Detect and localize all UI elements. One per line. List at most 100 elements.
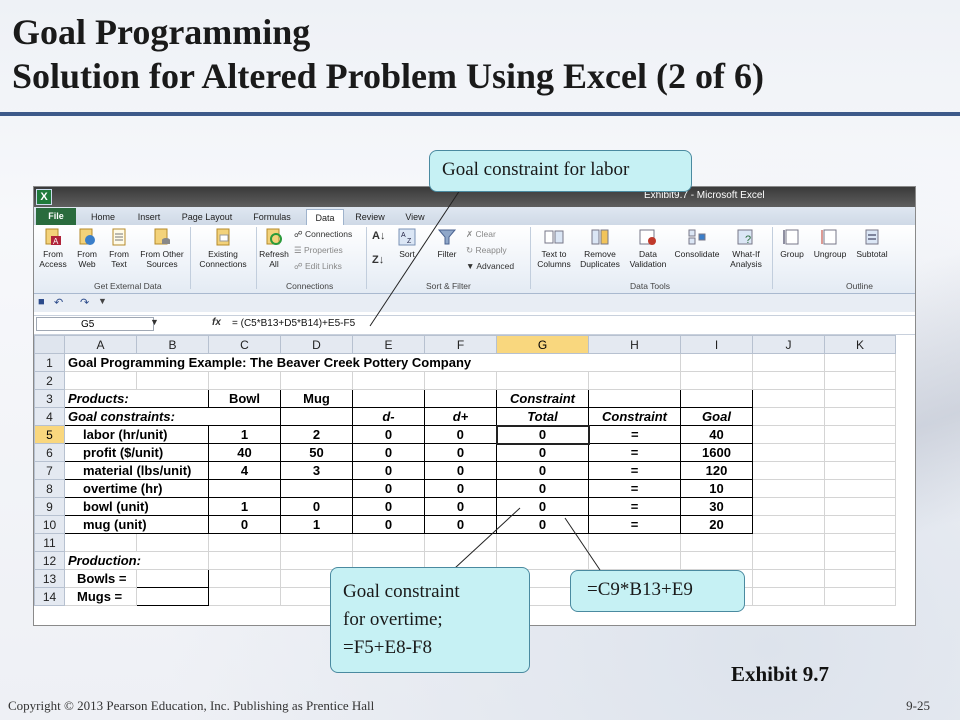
cell-d-minus-header[interactable]: d- (352, 407, 425, 426)
cell[interactable] (588, 533, 681, 552)
cell-label[interactable]: profit ($/unit) (64, 443, 209, 462)
row-header[interactable]: 11 (34, 533, 65, 552)
cell[interactable] (752, 533, 825, 552)
cell[interactable]: = (588, 479, 681, 498)
tab-page-layout[interactable]: Page Layout (176, 209, 238, 225)
cell[interactable]: 0 (352, 497, 425, 516)
cell[interactable]: 0 (424, 497, 497, 516)
cell-mug-header[interactable]: Mug (280, 389, 353, 408)
cell[interactable] (208, 569, 281, 588)
cell[interactable] (680, 371, 753, 390)
cell[interactable]: 1 (280, 515, 353, 534)
cell[interactable]: 0 (496, 443, 589, 462)
cell[interactable] (824, 515, 896, 534)
cell-mugs-value[interactable] (136, 587, 209, 606)
cell[interactable] (824, 479, 896, 498)
row-header[interactable]: 8 (34, 479, 65, 498)
cell[interactable]: 20 (680, 515, 753, 534)
cell[interactable]: 0 (424, 479, 497, 498)
select-all-corner[interactable] (34, 335, 65, 354)
cell[interactable] (352, 371, 425, 390)
cell[interactable] (752, 515, 825, 534)
text-to-columns-button[interactable]: Text to Columns (534, 227, 574, 269)
cell[interactable] (752, 551, 825, 570)
cell[interactable] (64, 533, 137, 552)
row-header[interactable]: 13 (34, 569, 65, 588)
row-header[interactable]: 10 (34, 515, 65, 534)
cell[interactable] (824, 389, 896, 408)
cell[interactable] (752, 569, 825, 588)
row-header[interactable]: 9 (34, 497, 65, 516)
cell[interactable] (280, 407, 353, 426)
cell[interactable] (588, 371, 681, 390)
cell[interactable]: 0 (424, 425, 497, 444)
cell[interactable] (496, 533, 589, 552)
column-header-b[interactable]: B (136, 335, 209, 354)
cell[interactable]: 0 (352, 461, 425, 480)
cell[interactable]: 40 (208, 443, 281, 462)
cell[interactable]: = (588, 515, 681, 534)
cell[interactable] (752, 497, 825, 516)
cell-mugs-label[interactable]: Mugs = (64, 587, 137, 606)
cell[interactable]: 4 (208, 461, 281, 480)
excel-app-icon[interactable]: X (36, 189, 52, 205)
insert-function-icon[interactable]: fx (212, 317, 221, 328)
subtotal-button[interactable]: Subtotal (852, 227, 892, 259)
cell[interactable] (824, 551, 896, 570)
cell[interactable] (588, 389, 681, 408)
cell[interactable] (752, 425, 825, 444)
tab-file[interactable]: File (36, 208, 76, 225)
save-icon[interactable]: ■ (38, 296, 45, 308)
cell[interactable] (824, 497, 896, 516)
cell[interactable]: 3 (280, 461, 353, 480)
row-header[interactable]: 3 (34, 389, 65, 408)
tab-home[interactable]: Home (84, 209, 122, 225)
cell-label[interactable]: mug (unit) (64, 515, 209, 534)
cell[interactable]: 40 (680, 425, 753, 444)
cell[interactable] (208, 371, 281, 390)
formula-input[interactable]: = (C5*B13+D5*B14)+E5-F5 (232, 318, 355, 329)
column-header-g[interactable]: G (496, 335, 589, 354)
cell[interactable]: 30 (680, 497, 753, 516)
cell[interactable] (280, 533, 353, 552)
cell[interactable] (136, 533, 209, 552)
cell[interactable]: = (588, 461, 681, 480)
group-button[interactable]: Group (776, 227, 808, 259)
cell[interactable] (64, 371, 137, 390)
row-header[interactable]: 6 (34, 443, 65, 462)
cell[interactable] (280, 371, 353, 390)
cell[interactable]: = (588, 443, 681, 462)
cell-label[interactable]: material (lbs/unit) (64, 461, 209, 480)
cell-bowls-value[interactable] (136, 569, 209, 588)
sort-descending-icon[interactable]: Z↓ (372, 255, 384, 266)
cell[interactable] (496, 371, 589, 390)
advanced-button[interactable]: ▼ Advanced (466, 261, 514, 272)
column-header-i[interactable]: I (680, 335, 753, 354)
cell[interactable]: = (588, 497, 681, 516)
cell-label[interactable]: overtime (hr) (64, 479, 209, 498)
cell[interactable]: 10 (680, 479, 753, 498)
from-web-button[interactable]: From Web (72, 227, 102, 269)
cell[interactable] (208, 479, 281, 498)
cell[interactable]: 0 (280, 497, 353, 516)
cell-d-plus-header[interactable]: d+ (424, 407, 497, 426)
cell[interactable] (680, 353, 753, 372)
sort-ascending-icon[interactable]: A↓ (372, 231, 385, 242)
cell[interactable] (208, 533, 281, 552)
column-header-f[interactable]: F (424, 335, 497, 354)
cell[interactable]: 0 (424, 443, 497, 462)
row-header[interactable]: 2 (34, 371, 65, 390)
cell[interactable]: 0 (352, 443, 425, 462)
cell[interactable]: 0 (352, 425, 425, 444)
refresh-all-button[interactable]: Refresh All (258, 227, 290, 269)
cell[interactable] (824, 371, 896, 390)
column-header-e[interactable]: E (352, 335, 425, 354)
cell-goal-header[interactable]: Goal (680, 407, 753, 426)
customize-toolbar-icon[interactable]: ▼ (98, 296, 107, 306)
ungroup-button[interactable]: Ungroup (810, 227, 850, 259)
cell[interactable] (424, 533, 497, 552)
cell[interactable] (824, 569, 896, 588)
cell[interactable] (752, 479, 825, 498)
what-if-analysis-button[interactable]: ? What-If Analysis (724, 227, 768, 269)
cell-goal-constraints-label[interactable]: Goal constraints: (64, 407, 281, 426)
